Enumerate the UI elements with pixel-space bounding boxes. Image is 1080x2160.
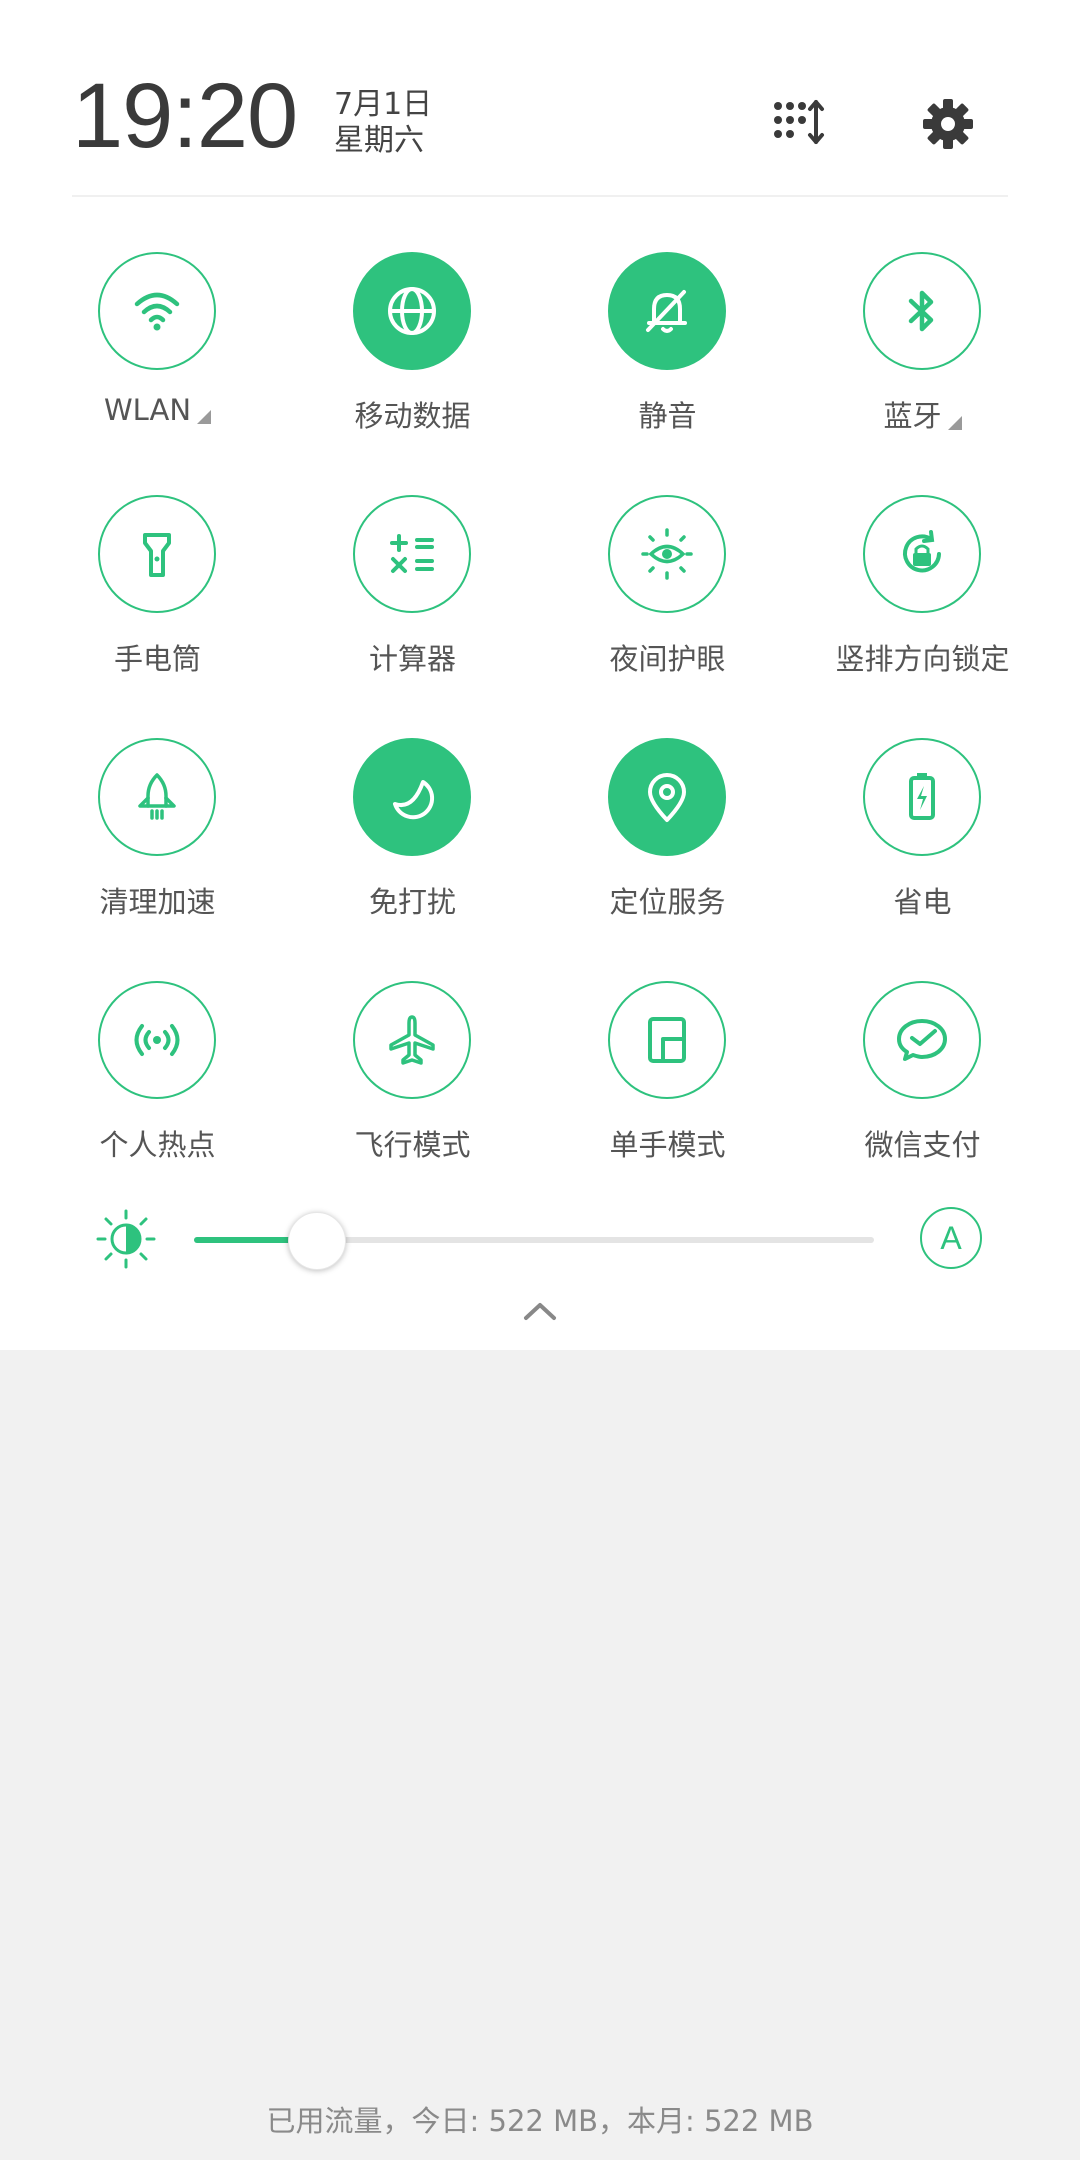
tile-label: 竖排方向锁定 [835,642,1010,676]
battery-saver-icon [909,773,935,820]
edit-tiles-icon [774,100,824,144]
collapse-panel-button[interactable] [515,1296,565,1326]
tile-label: 个人热点 [99,1128,216,1162]
tile-bluetooth[interactable]: 蓝牙 [795,245,1050,488]
tile-flashlight[interactable]: 手电筒 [30,488,285,731]
tile-label: 蓝牙 [795,393,1050,435]
bell-off-icon [646,290,687,333]
tile-label: 夜间护眼 [609,642,726,676]
rocket-icon [138,773,176,820]
airplane-icon [389,1015,435,1065]
tile-mobile-data[interactable]: 移动数据 [285,245,540,488]
bluetooth-icon [908,290,934,332]
tile-label: 静音 [638,399,697,433]
data-usage-text: 已用流量，今日: 522 MB，本月: 522 MB [266,2104,814,2138]
tile-calculator-toggle[interactable] [353,495,471,613]
tile-location[interactable]: 定位服务 [540,731,795,974]
tile-airplane-mode[interactable]: 飞行模式 [285,974,540,1217]
tile-mobile-data-toggle[interactable] [353,252,471,370]
brightness-sun-icon [96,1209,156,1269]
quick-settings-panel: 19:20 7月1日 星期六 WLAN 移动数据 静音 蓝牙 手电筒 计算器 夜… [0,0,1080,1350]
flashlight-icon [143,533,171,577]
tile-power-saving[interactable]: 省电 [795,731,1050,974]
tile-hotspot[interactable]: 个人热点 [30,974,285,1217]
tile-label: 计算器 [368,642,456,676]
weekday: 星期六 [334,123,424,158]
tile-label: 飞行模式 [354,1128,471,1162]
tile-label: 手电筒 [113,642,201,676]
globe-icon [388,287,436,335]
tile-label: 微信支付 [864,1128,981,1162]
settings-button[interactable] [920,96,976,152]
tile-label: 定位服务 [609,885,726,919]
tile-do-not-disturb-toggle[interactable] [353,738,471,856]
tile-wechat-pay-toggle[interactable] [863,981,981,1099]
brightness-slider[interactable] [194,1212,874,1270]
brightness-slider-thumb[interactable] [288,1212,347,1270]
gear-icon [923,99,973,149]
brightness-control: A [90,1205,990,1275]
edit-tiles-button[interactable] [772,98,828,148]
tile-label: 清理加速 [99,885,216,919]
tile-airplane-mode-toggle[interactable] [353,981,471,1099]
tile-one-hand-mode[interactable]: 单手模式 [540,974,795,1217]
tile-wlan-toggle[interactable] [98,252,216,370]
tile-cleanup-toggle[interactable] [98,738,216,856]
tile-power-saving-toggle[interactable] [863,738,981,856]
eye-care-icon [641,528,693,580]
status-header: 19:20 7月1日 星期六 [72,60,1008,197]
location-pin-icon [648,773,686,822]
tile-silent[interactable]: 静音 [540,245,795,488]
chevron-up-icon [524,1303,556,1320]
tile-label: 省电 [893,885,952,919]
tile-label: WLAN [30,393,285,427]
auto-brightness-button[interactable]: A [920,1207,982,1269]
tile-flashlight-toggle[interactable] [98,495,216,613]
tile-eye-care-toggle[interactable] [608,495,726,613]
wechat-pay-icon [897,1019,947,1061]
tile-wechat-pay[interactable]: 微信支付 [795,974,1050,1217]
expand-corner-icon [197,410,212,424]
tile-label: 免打扰 [368,885,456,919]
tile-location-toggle[interactable] [608,738,726,856]
moon-icon [393,780,435,820]
expand-corner-icon [947,416,962,430]
tile-rotation-lock-toggle[interactable] [863,495,981,613]
tile-rotation-lock[interactable]: 竖排方向锁定 [795,488,1050,731]
quick-tiles-grid: WLAN 移动数据 静音 蓝牙 手电筒 计算器 夜间护眼 竖排方向锁定 清理加速… [30,245,1050,1217]
tile-label: 移动数据 [354,399,471,433]
tile-one-hand-mode-toggle[interactable] [608,981,726,1099]
tile-do-not-disturb[interactable]: 免打扰 [285,731,540,974]
tile-cleanup[interactable]: 清理加速 [30,731,285,974]
tile-hotspot-toggle[interactable] [98,981,216,1099]
tile-bluetooth-toggle[interactable] [863,252,981,370]
rotation-lock-icon [903,530,941,573]
one-hand-mode-icon [648,1017,686,1063]
calculator-icon [390,534,434,573]
hotspot-icon [134,1024,180,1056]
date[interactable]: 7月1日 [334,90,432,120]
wifi-icon [134,292,180,331]
tile-eye-care[interactable]: 夜间护眼 [540,488,795,731]
tile-silent-toggle[interactable] [608,252,726,370]
tile-wlan[interactable]: WLAN [30,245,285,488]
tile-label: 单手模式 [609,1128,726,1162]
tile-calculator[interactable]: 计算器 [285,488,540,731]
clock[interactable]: 19:20 [72,70,298,162]
